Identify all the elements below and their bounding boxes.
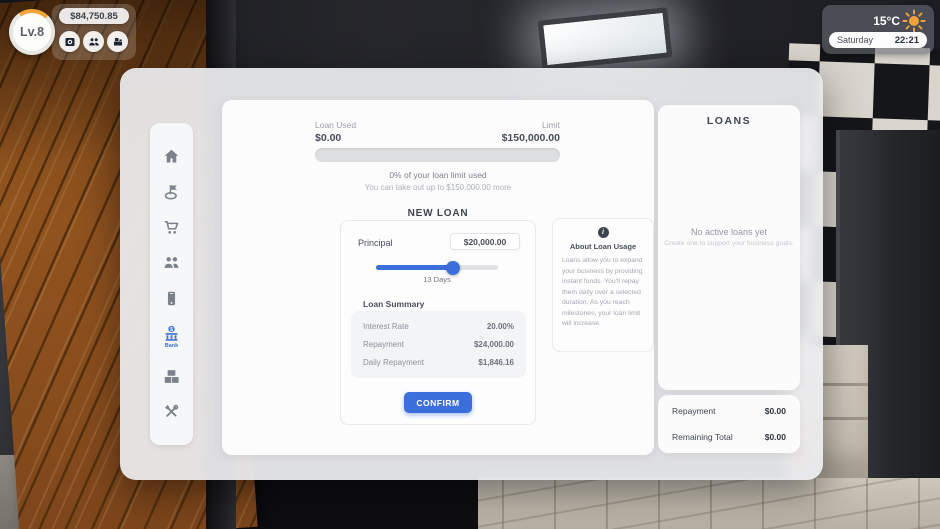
loan-limit-value: $150,000.00: [462, 132, 560, 144]
bank-icon: $: [163, 325, 180, 342]
interest-rate-value: 20.00%: [487, 322, 514, 331]
loan-summary-box: Interest Rate 20.00% Repayment $24,000.0…: [351, 311, 526, 378]
game-screen: Lv.8 $84,750.85 15°C Saturday 22:21: [0, 0, 940, 529]
checkout-button[interactable]: [107, 31, 128, 52]
temperature-label: 15°C: [873, 14, 900, 28]
duration-slider-thumb[interactable]: [446, 261, 460, 275]
level-badge: Lv.8: [9, 9, 55, 55]
loan-used-value: $0.00: [315, 132, 356, 144]
loans-empty-subtitle: Create one to support your business goal…: [658, 240, 800, 247]
new-loan-card: Principal $20,000.00 13 Days Loan Summar…: [340, 220, 536, 425]
loan-main-card: Loan Used $0.00 Limit $150,000.00 0% of …: [222, 100, 654, 455]
sidebar-item-storage[interactable]: [155, 368, 189, 385]
duration-label: 13 Days: [376, 275, 498, 284]
store-counter: [228, 478, 478, 529]
sidebar-nav: $ Bank: [150, 123, 193, 445]
confirm-button[interactable]: CONFIRM: [404, 392, 472, 413]
sidebar-item-bank[interactable]: $ Bank: [155, 325, 189, 349]
principal-label: Principal: [358, 238, 393, 248]
vault-icon: [64, 36, 76, 48]
phone-icon: [163, 290, 180, 307]
staff-icon: [163, 254, 180, 271]
weather-panel: 15°C Saturday 22:21: [822, 5, 934, 54]
vault-button[interactable]: [59, 31, 80, 52]
summary-row-repayment: Repayment $24,000.00: [363, 340, 514, 349]
daily-repayment-label: Daily Repayment: [363, 358, 424, 367]
customers-icon: [88, 36, 100, 48]
bank-overlay: $ Bank Loan Used $0.00 Limit: [120, 68, 823, 480]
loan-available-text: You can take out up to $150,000.00 more: [222, 183, 654, 192]
info-icon: i: [598, 227, 609, 238]
time-label: 22:21: [895, 35, 919, 46]
loan-limit-label: Limit: [462, 120, 560, 130]
tools-icon: [163, 403, 180, 420]
store-floor-tiles: [450, 478, 940, 529]
checkout-icon: [112, 36, 124, 48]
summary-row-interest: Interest Rate 20.00%: [363, 322, 514, 331]
duration-slider-fill: [376, 265, 453, 270]
sidebar-item-market[interactable]: [155, 219, 189, 236]
repayment-label: Repayment: [363, 340, 404, 349]
repayment-value: $24,000.00: [474, 340, 514, 349]
daily-repayment-value: $1,846.16: [478, 358, 514, 367]
milestone-flag-icon: [163, 183, 180, 200]
about-loan-card: i About Loan Usage Loans allow you to ex…: [552, 218, 654, 352]
loans-list-card: LOANS No active loans yet Create one to …: [658, 105, 800, 390]
principal-input[interactable]: $20,000.00: [450, 233, 520, 250]
totals-row-remaining: Remaining Total $0.00: [672, 432, 786, 442]
interest-rate-label: Interest Rate: [363, 322, 409, 331]
sidebar-item-phone[interactable]: [155, 290, 189, 307]
cart-icon: [163, 219, 180, 236]
duration-slider[interactable]: [376, 265, 498, 270]
loan-summary-title: Loan Summary: [363, 299, 424, 309]
about-title: About Loan Usage: [553, 242, 653, 251]
loan-used-label: Loan Used: [315, 120, 356, 130]
about-body: Loans allow you to expand your business …: [562, 256, 644, 330]
home-icon: [163, 148, 180, 165]
sidebar-item-upgrades[interactable]: [155, 403, 189, 420]
loans-empty-state: No active loans yet Create one to suppor…: [658, 227, 800, 247]
storage-boxes-icon: [163, 368, 180, 385]
loans-panel-title: LOANS: [658, 115, 800, 127]
clock-pill: Saturday 22:21: [829, 32, 927, 48]
sidebar-item-home[interactable]: [155, 148, 189, 165]
customers-button[interactable]: [83, 31, 104, 52]
loan-totals-card: Repayment $0.00 Remaining Total $0.00: [658, 395, 800, 453]
loan-limit-progressbar: [315, 148, 560, 162]
loans-empty-title: No active loans yet: [658, 227, 800, 237]
totals-remaining-label: Remaining Total: [672, 432, 733, 442]
totals-remaining-value: $0.00: [765, 432, 786, 442]
totals-repayment-value: $0.00: [765, 406, 786, 416]
svg-text:$: $: [170, 327, 173, 333]
loan-percent-text: 0% of your loan limit used: [222, 170, 654, 180]
money-display: $84,750.85: [59, 8, 129, 24]
hud-icon-row: [59, 31, 128, 52]
summary-row-daily: Daily Repayment $1,846.16: [363, 358, 514, 367]
bank-nav-label: Bank: [165, 343, 178, 349]
loan-used-block: Loan Used $0.00: [315, 120, 356, 144]
day-label: Saturday: [837, 35, 873, 45]
level-label: Lv.8: [13, 13, 51, 51]
loan-limit-block: Limit $150,000.00: [462, 120, 560, 144]
totals-repayment-label: Repayment: [672, 406, 715, 416]
totals-row-repayment: Repayment $0.00: [672, 406, 786, 416]
sidebar-item-milestones[interactable]: [155, 183, 189, 200]
sun-icon: [902, 9, 926, 33]
sidebar-item-staff[interactable]: [155, 254, 189, 271]
